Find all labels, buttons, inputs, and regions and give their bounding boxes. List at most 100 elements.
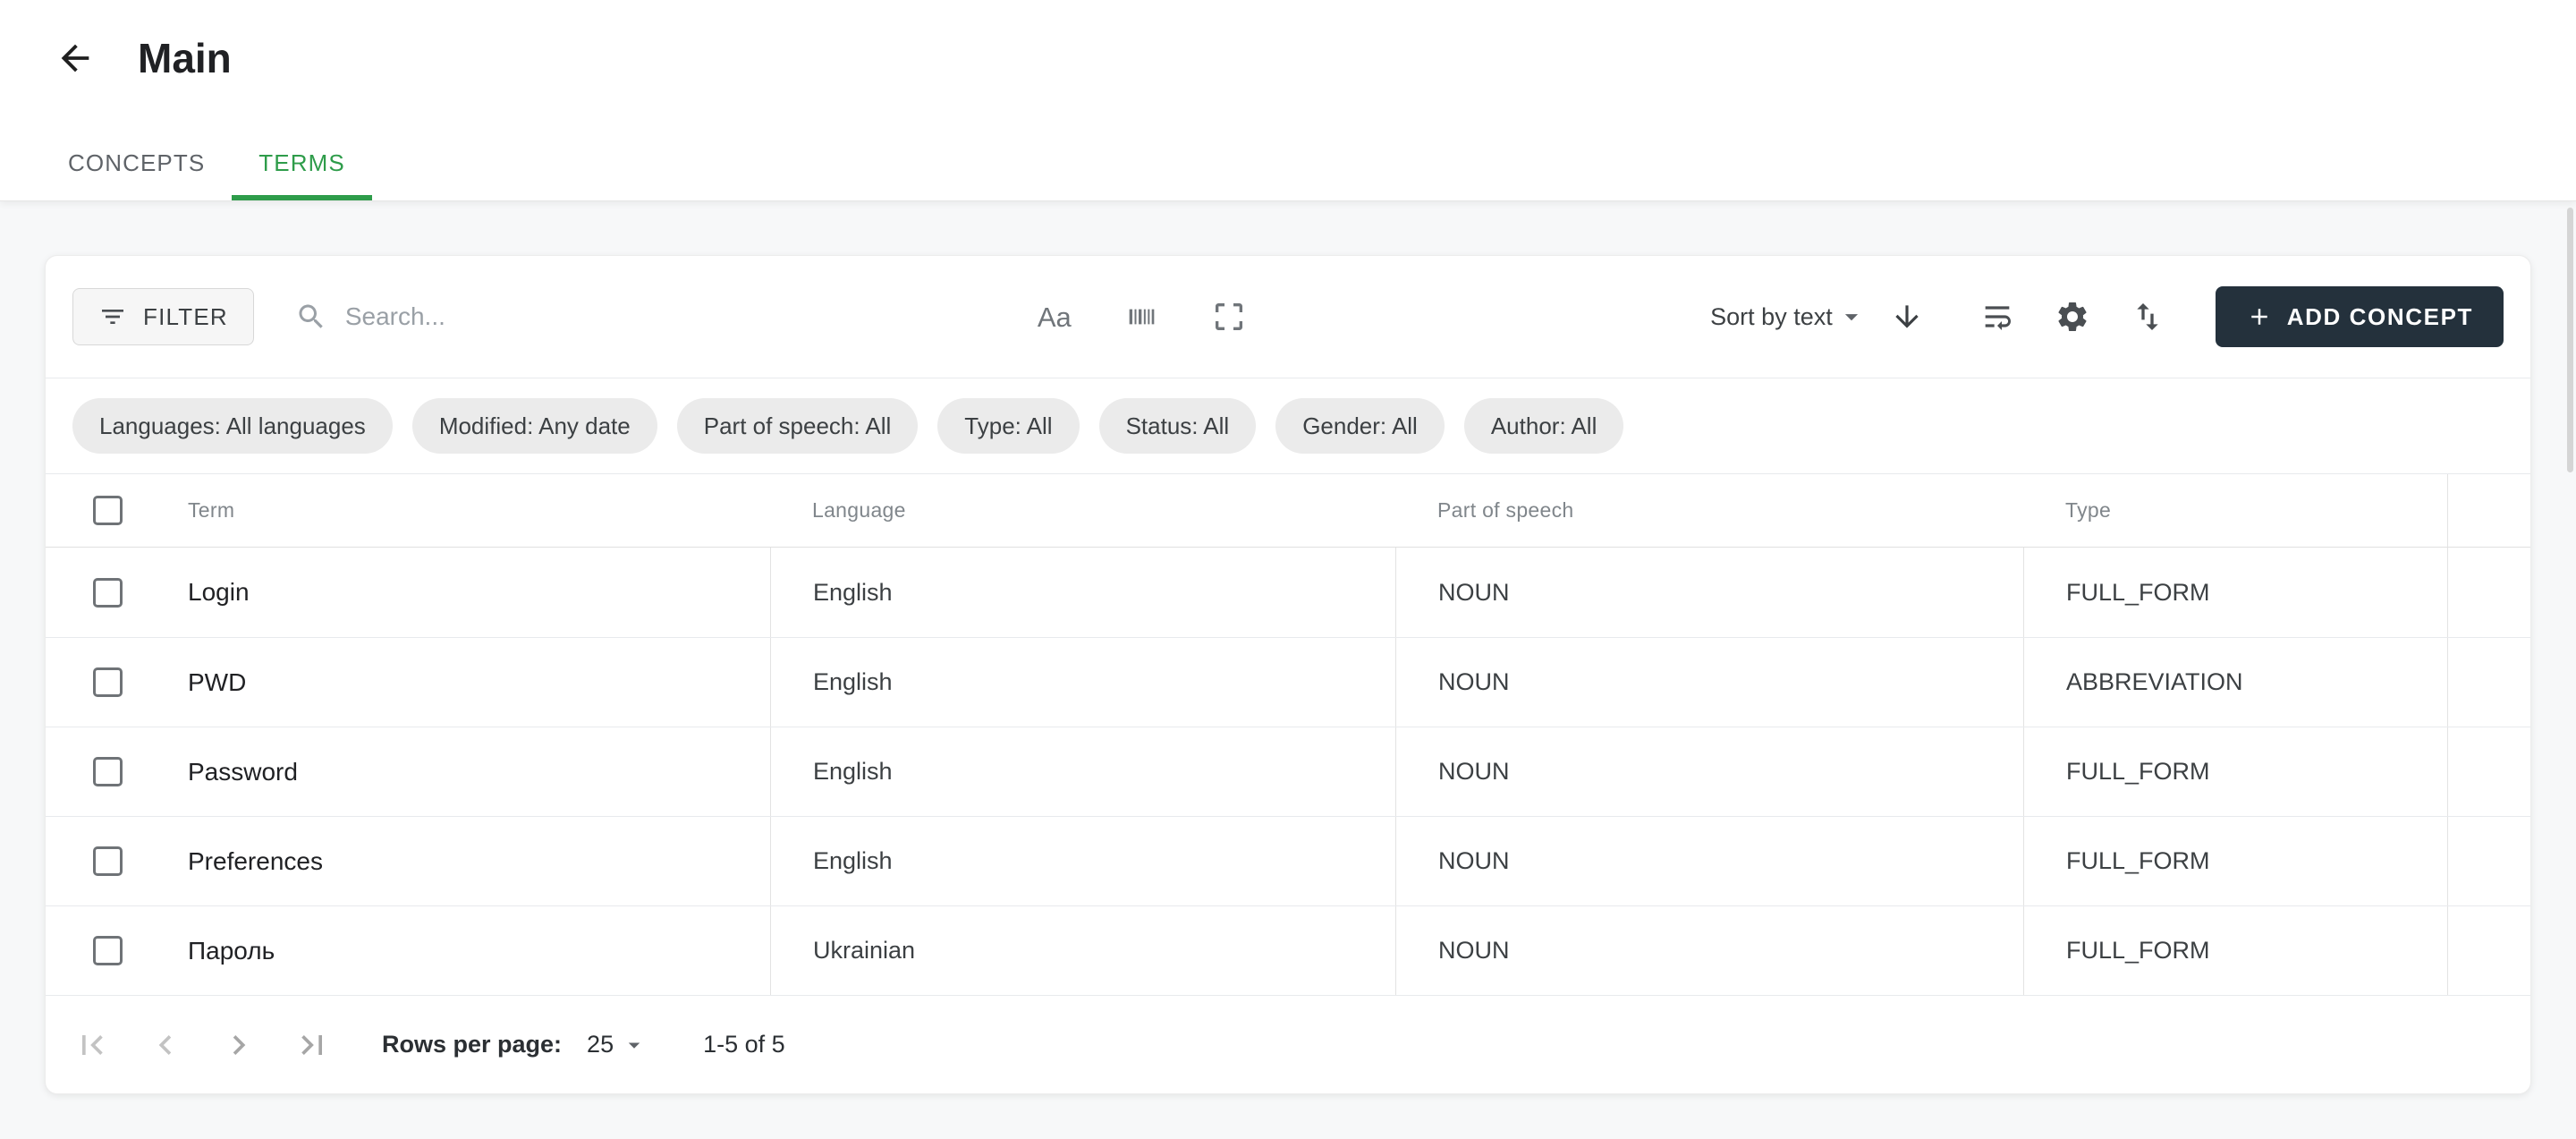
row-checkbox[interactable] (93, 936, 123, 965)
row-checkbox[interactable] (93, 667, 123, 697)
selection-frame-icon (1211, 299, 1247, 335)
selection-frame-button[interactable] (1211, 299, 1247, 335)
filter-chip[interactable]: Part of speech: All (677, 398, 919, 454)
search-icon (295, 301, 327, 333)
import-export-button[interactable] (2130, 299, 2165, 335)
table-row[interactable]: Login English NOUN FULL_FORM (46, 548, 2530, 637)
filter-chip-label: Modified: Any date (439, 412, 631, 440)
header-cell-overflow (2447, 474, 2530, 547)
cell-part-of-speech: NOUN (1395, 638, 2023, 727)
column-header-language[interactable]: Language (812, 498, 906, 523)
rows-per-page-label: Rows per page: (382, 1031, 562, 1058)
table-row[interactable]: Password English NOUN FULL_FORM (46, 727, 2530, 816)
content-area: FILTER Aa Sort by tex (0, 201, 2576, 1139)
cell-term: PWD (46, 638, 770, 727)
toolbar-action-icons (1979, 299, 2165, 335)
sort-direction-button[interactable] (1890, 300, 1924, 334)
filter-chip[interactable]: Gender: All (1275, 398, 1445, 454)
screen: Main CONCEPTS TERMS FILTER Aa (0, 0, 2576, 1139)
add-concept-label: ADD CONCEPT (2287, 303, 2473, 331)
filter-chip[interactable]: Modified: Any date (412, 398, 657, 454)
cell-type: ABBREVIATION (2023, 638, 2447, 727)
column-header-term[interactable]: Term (188, 498, 234, 523)
row-checkbox[interactable] (93, 578, 123, 608)
part-of-speech-text: NOUN (1438, 579, 1510, 607)
sort-select-label: Sort by text (1710, 303, 1833, 331)
search-input[interactable] (343, 302, 1032, 332)
filter-chips-row: Languages: All languages Modified: Any d… (46, 378, 2530, 473)
wrap-text-button[interactable] (1979, 299, 2015, 335)
sort-select[interactable]: Sort by text (1710, 302, 1867, 332)
tab-terms[interactable]: TERMS (232, 130, 372, 200)
row-checkbox[interactable] (93, 846, 123, 876)
filter-chip-label: Languages: All languages (99, 412, 366, 440)
term-text: Login (188, 578, 250, 607)
pagination-bar: Rows per page: 25 1-5 of 5 (46, 995, 2530, 1093)
table-row[interactable]: Пароль Ukrainian NOUN FULL_FORM (46, 905, 2530, 995)
filter-icon (98, 302, 127, 331)
previous-page-button[interactable] (144, 1024, 187, 1067)
type-text: ABBREVIATION (2066, 668, 2243, 696)
row-checkbox[interactable] (93, 757, 123, 786)
language-text: Ukrainian (813, 937, 915, 965)
wrap-text-icon (1979, 299, 2015, 335)
last-page-button[interactable] (291, 1024, 334, 1067)
type-text: FULL_FORM (2066, 937, 2210, 965)
chevron-down-icon (1836, 302, 1867, 332)
part-of-speech-text: NOUN (1438, 668, 1510, 696)
settings-gear-icon (2055, 299, 2090, 335)
table-body: Login English NOUN FULL_FORM PWD English… (46, 548, 2530, 995)
filter-chip[interactable]: Type: All (937, 398, 1079, 454)
part-of-speech-text: NOUN (1438, 847, 1510, 875)
filter-chip-label: Status: All (1126, 412, 1230, 440)
term-text: PWD (188, 668, 246, 697)
arrow-left-icon (55, 38, 96, 79)
column-header-type[interactable]: Type (2065, 498, 2111, 523)
filter-chip[interactable]: Status: All (1099, 398, 1257, 454)
rows-per-page-select[interactable]: 25 (587, 1031, 648, 1058)
table-row[interactable]: Preferences English NOUN FULL_FORM (46, 816, 2530, 905)
cell-term: Пароль (46, 906, 770, 995)
type-text: FULL_FORM (2066, 758, 2210, 786)
chevron-right-icon (219, 1025, 258, 1065)
page-title: Main (138, 34, 232, 82)
language-text: English (813, 579, 893, 607)
filter-chip[interactable]: Author: All (1464, 398, 1624, 454)
filter-button[interactable]: FILTER (72, 288, 254, 345)
case-sensitive-toggle[interactable]: Aa (1038, 303, 1072, 331)
last-page-icon (292, 1025, 332, 1065)
terms-card: FILTER Aa Sort by tex (45, 255, 2531, 1094)
tab-concepts[interactable]: CONCEPTS (41, 130, 232, 200)
type-text: FULL_FORM (2066, 579, 2210, 607)
filter-button-label: FILTER (143, 303, 228, 331)
column-header-part-of-speech[interactable]: Part of speech (1437, 498, 1574, 523)
cell-term: Preferences (46, 817, 770, 905)
barcode-button[interactable] (1123, 299, 1159, 335)
part-of-speech-text: NOUN (1438, 937, 1510, 965)
table-row[interactable]: PWD English NOUN ABBREVIATION (46, 637, 2530, 727)
cell-part-of-speech: NOUN (1395, 817, 2023, 905)
settings-button[interactable] (2055, 299, 2090, 335)
filter-chip[interactable]: Languages: All languages (72, 398, 393, 454)
tab-bar: CONCEPTS TERMS (41, 130, 2576, 200)
back-button[interactable] (52, 35, 98, 81)
import-export-icon (2130, 299, 2165, 335)
type-text: FULL_FORM (2066, 847, 2210, 875)
page-scrollbar[interactable] (2567, 208, 2573, 472)
cell-language: English (770, 638, 1395, 727)
search-box (295, 301, 1032, 333)
select-all-checkbox[interactable] (93, 496, 123, 525)
language-text: English (813, 668, 893, 696)
arrow-down-icon (1890, 300, 1924, 334)
chevron-left-icon (146, 1025, 185, 1065)
tab-terms-label: TERMS (258, 149, 345, 176)
add-concept-button[interactable]: ADD CONCEPT (2216, 286, 2504, 347)
cell-term: Password (46, 727, 770, 816)
first-page-button[interactable] (71, 1024, 114, 1067)
cell-part-of-speech: NOUN (1395, 727, 2023, 816)
next-page-button[interactable] (217, 1024, 260, 1067)
cell-overflow (2447, 638, 2530, 727)
cell-language: English (770, 727, 1395, 816)
cell-term: Login (46, 548, 770, 637)
page-header: Main CONCEPTS TERMS (0, 0, 2576, 201)
